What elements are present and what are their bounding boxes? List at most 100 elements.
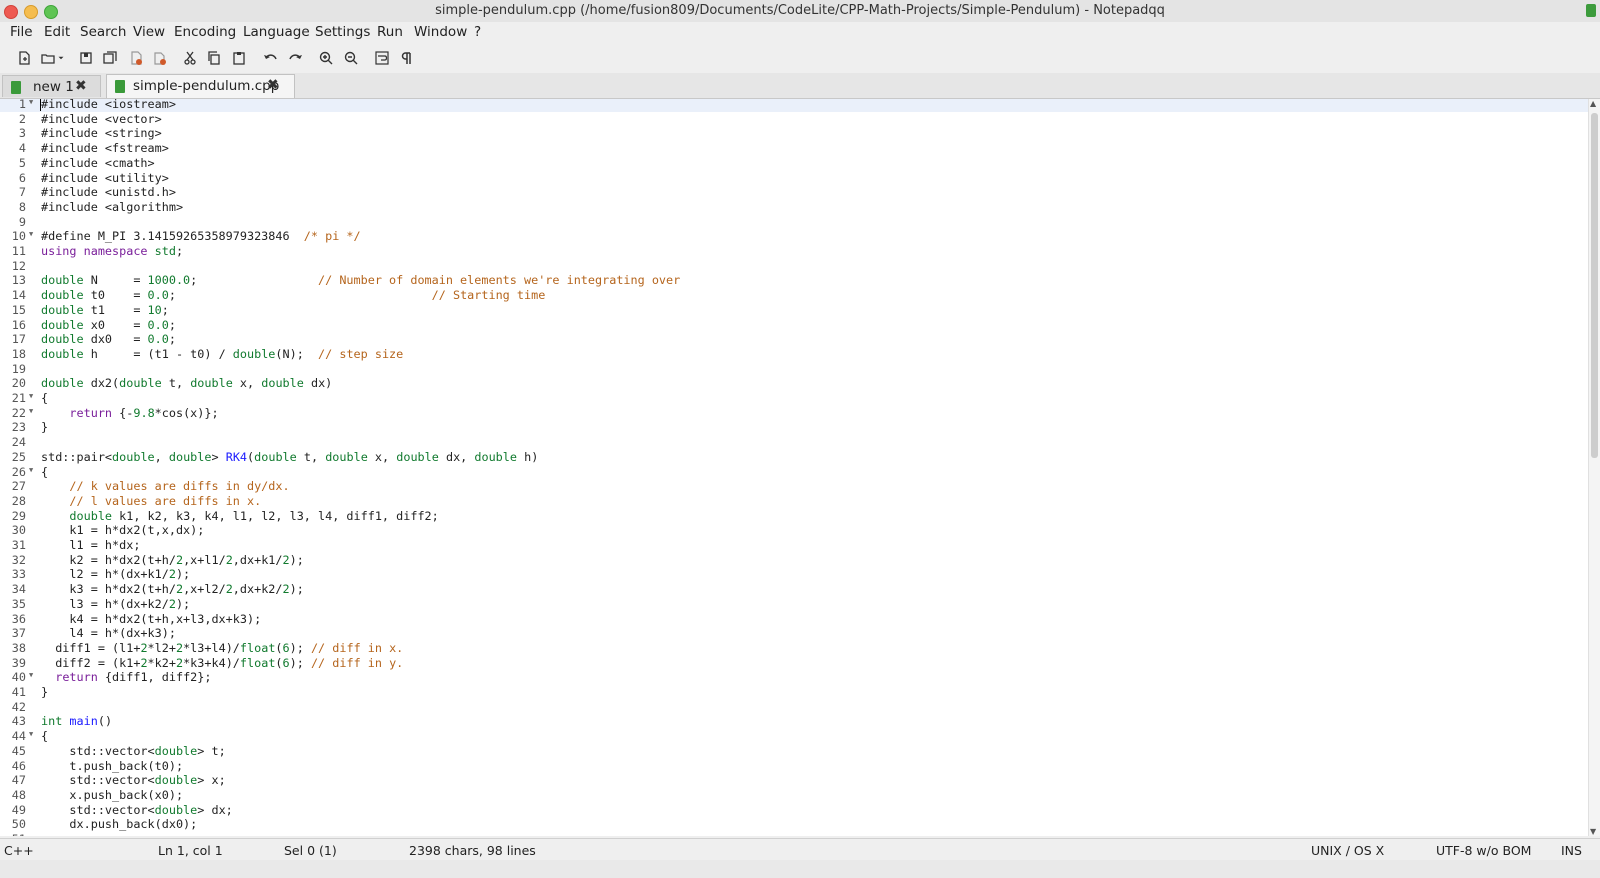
redo-icon[interactable] xyxy=(286,48,306,68)
code-token: ); xyxy=(289,640,311,655)
menu-edit[interactable]: Edit xyxy=(44,24,70,40)
code-line[interactable]: 11 using namespace std; xyxy=(0,244,1588,259)
code-line[interactable]: 10 ▼ #define M_PI 3.14159265358979323846 /… xyxy=(0,229,1588,244)
scroll-down-icon[interactable]: ▼ xyxy=(1590,827,1596,836)
code-line[interactable]: 34 k3 = h*dx2(t+h/2,x+l2/2,dx+k2/2); xyxy=(0,582,1588,597)
tab-close-icon[interactable]: ✖ xyxy=(75,78,87,94)
cut-icon[interactable] xyxy=(180,48,200,68)
close-icon[interactable] xyxy=(126,48,146,68)
close-all-icon[interactable] xyxy=(150,48,170,68)
fold-marker-icon[interactable]: ▼ xyxy=(29,466,33,474)
menu-settings[interactable]: Settings xyxy=(315,24,370,40)
line-number: 16 xyxy=(11,317,26,332)
code-line[interactable]: 16 double x0 = 0.0; xyxy=(0,318,1588,333)
code-line[interactable]: 31 l1 = h*dx; xyxy=(0,538,1588,553)
code-line[interactable]: 17 double dx0 = 0.0; xyxy=(0,332,1588,347)
code-line[interactable]: 30 k1 = h*dx2(t,x,dx); xyxy=(0,523,1588,538)
code-line[interactable]: 48 x.push_back(x0); xyxy=(0,788,1588,803)
code-line[interactable]: 51 xyxy=(0,832,1588,836)
code-line[interactable]: 3 #include <string> xyxy=(0,126,1588,141)
code-editor[interactable]: 1 ▼ #include <iostream> 2 #include <vector> 3… xyxy=(0,99,1588,836)
code-line[interactable]: 29 double k1, k2, k3, k4, l1, l2, l3, l4… xyxy=(0,509,1588,524)
code-line[interactable]: 35 l3 = h*(dx+k2/2); xyxy=(0,597,1588,612)
code-line[interactable]: 9 xyxy=(0,215,1588,230)
status-eol[interactable]: UNIX / OS X xyxy=(1311,843,1384,858)
code-line[interactable]: 12 xyxy=(0,259,1588,274)
menu-help[interactable]: ? xyxy=(474,24,481,40)
code-line[interactable]: 24 xyxy=(0,435,1588,450)
code-line[interactable]: 21 ▼ { xyxy=(0,391,1588,406)
new-file-icon[interactable] xyxy=(14,48,34,68)
save-all-icon[interactable] xyxy=(100,48,120,68)
code-line[interactable]: 49 std::vector<double> dx; xyxy=(0,803,1588,818)
code-line[interactable]: 27 // k values are diffs in dy/dx. xyxy=(0,479,1588,494)
word-wrap-icon[interactable] xyxy=(372,48,392,68)
code-line[interactable]: 18 double h = (t1 - t0) / double(N); // s… xyxy=(0,347,1588,362)
menu-encoding[interactable]: Encoding xyxy=(174,24,236,40)
tab-simple-pendulum[interactable]: simple-pendulum.cpp ✖ xyxy=(106,74,295,98)
fold-marker-icon[interactable]: ▼ xyxy=(29,230,33,238)
menu-search[interactable]: Search xyxy=(80,24,126,40)
code-line[interactable]: 8 #include <algorithm> xyxy=(0,200,1588,215)
fold-marker-icon[interactable]: ▼ xyxy=(29,99,33,106)
code-line[interactable]: 41} xyxy=(0,685,1588,700)
open-file-icon[interactable] xyxy=(38,48,58,68)
open-dropdown-icon[interactable] xyxy=(56,48,66,68)
undo-icon[interactable] xyxy=(260,48,280,68)
menu-window[interactable]: Window xyxy=(414,24,467,40)
fold-marker-icon[interactable]: ▼ xyxy=(29,407,33,415)
code-line[interactable]: 25 std::pair<double, double> RK4(double t… xyxy=(0,450,1588,465)
code-line[interactable]: 13 double N = 1000.0; // Number of domain… xyxy=(0,273,1588,288)
copy-icon[interactable] xyxy=(204,48,224,68)
show-all-chars-icon[interactable] xyxy=(396,48,416,68)
code-line[interactable]: 7 #include <unistd.h> xyxy=(0,185,1588,200)
menu-view[interactable]: View xyxy=(133,24,165,40)
zoom-out-icon[interactable] xyxy=(341,48,361,68)
code-line[interactable]: 23} xyxy=(0,420,1588,435)
code-line[interactable]: 20 double dx2(double t, double x, double … xyxy=(0,376,1588,391)
save-icon[interactable] xyxy=(76,48,96,68)
code-line[interactable]: 4 #include <fstream> xyxy=(0,141,1588,156)
status-encoding[interactable]: UTF-8 w/o BOM xyxy=(1436,843,1531,858)
status-language[interactable]: C++ xyxy=(4,843,34,858)
scrollbar-thumb[interactable] xyxy=(1591,113,1598,458)
code-line[interactable]: 2 #include <vector> xyxy=(0,112,1588,127)
zoom-in-icon[interactable] xyxy=(316,48,336,68)
fold-marker-icon[interactable]: ▼ xyxy=(29,730,33,738)
menu-run[interactable]: Run xyxy=(377,24,403,40)
code-line[interactable]: 50 dx.push_back(dx0); xyxy=(0,817,1588,832)
code-line[interactable]: 5 #include <cmath> xyxy=(0,156,1588,171)
code-line[interactable]: 28 // l values are diffs in x. xyxy=(0,494,1588,509)
code-line[interactable]: 42 xyxy=(0,700,1588,715)
code-line[interactable]: 45 std::vector<double> t; xyxy=(0,744,1588,759)
paste-icon[interactable] xyxy=(229,48,249,68)
code-line[interactable]: 46 t.push_back(t0); xyxy=(0,759,1588,774)
scroll-up-icon[interactable]: ▲ xyxy=(1590,99,1596,108)
menu-file[interactable]: File xyxy=(10,24,33,40)
code-token: std::pair< xyxy=(41,449,113,464)
code-line[interactable]: 32 k2 = h*dx2(t+h/2,x+l1/2,dx+k1/2); xyxy=(0,553,1588,568)
code-line[interactable]: 38 diff1 = (l1+2*l2+2*l3+l4)/float(6); /… xyxy=(0,641,1588,656)
code-line[interactable]: 26 ▼ { xyxy=(0,465,1588,480)
code-line[interactable]: 43 int main() xyxy=(0,714,1588,729)
fold-marker-icon[interactable]: ▼ xyxy=(29,392,33,400)
code-line[interactable]: 47 std::vector<double> x; xyxy=(0,773,1588,788)
code-line[interactable]: 1 ▼ #include <iostream> xyxy=(0,99,1588,112)
code-line[interactable]: 39 diff2 = (k1+2*k2+2*k3+k4)/float(6); /… xyxy=(0,656,1588,671)
tab-new-1[interactable]: new 1 ✖ xyxy=(2,75,101,97)
code-line[interactable]: 36 k4 = h*dx2(t+h,x+l3,dx+k3); xyxy=(0,612,1588,627)
code-line[interactable]: 14 double t0 = 0.0; // Starting time xyxy=(0,288,1588,303)
code-line[interactable]: 44 ▼ { xyxy=(0,729,1588,744)
code-line[interactable]: 37 l4 = h*(dx+k3); xyxy=(0,626,1588,641)
code-line[interactable]: 19 xyxy=(0,362,1588,377)
vertical-scrollbar[interactable]: ▲ ▼ xyxy=(1588,99,1600,836)
code-line[interactable]: 40 ▼ return {diff1, diff2}; xyxy=(0,670,1588,685)
code-line[interactable]: 33 l2 = h*(dx+k1/2); xyxy=(0,567,1588,582)
code-line[interactable]: 6 #include <utility> xyxy=(0,171,1588,186)
tab-close-icon[interactable]: ✖ xyxy=(267,77,279,93)
code-token: t0 = xyxy=(83,288,148,303)
menu-language[interactable]: Language xyxy=(243,24,310,40)
code-line[interactable]: 15 double t1 = 10; xyxy=(0,303,1588,318)
code-line[interactable]: 22 ▼ return {-9.8*cos(x)}; xyxy=(0,406,1588,421)
fold-marker-icon[interactable]: ▼ xyxy=(29,671,33,679)
